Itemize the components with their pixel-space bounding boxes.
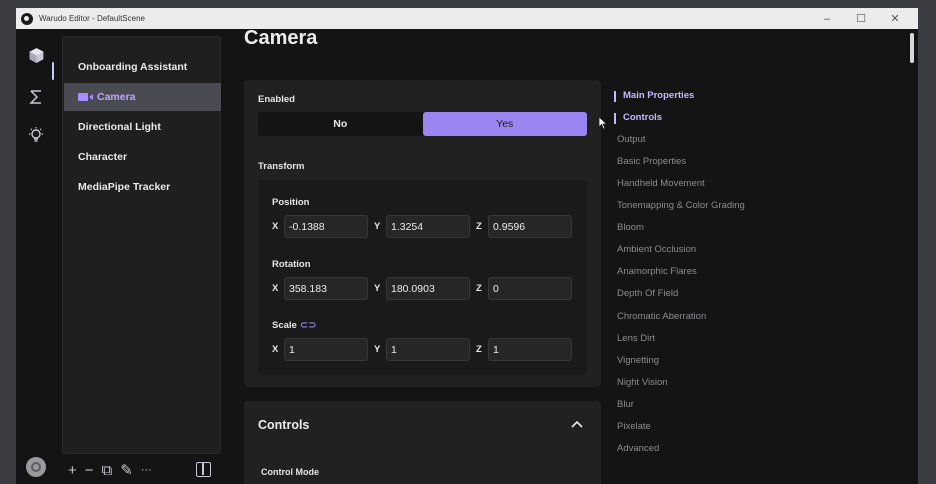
- outliner-toolbar: + − ⧉ ✎ ···: [68, 460, 152, 480]
- nav-item-lens-dirt[interactable]: Lens Dirt: [617, 333, 655, 344]
- rotation-z-input[interactable]: 0: [488, 277, 572, 300]
- scale-x-input[interactable]: 1: [284, 338, 368, 361]
- chevron-up-icon[interactable]: [571, 417, 583, 431]
- link-icon[interactable]: ⊂⊃: [300, 320, 317, 331]
- scale-z-input[interactable]: 1: [488, 338, 572, 361]
- axis-y-label: Y: [374, 283, 381, 294]
- transform-group: Position X -0.1388 Y 1.3254 Z 0.9596 Rot…: [258, 180, 587, 375]
- outliner-item-camera[interactable]: Camera: [64, 83, 221, 111]
- axis-z-label: Z: [476, 344, 482, 355]
- title-bar: Warudo Editor - DefaultScene – ☐ ✕: [16, 8, 918, 29]
- axis-x-label: X: [272, 221, 279, 232]
- close-button[interactable]: ✕: [878, 8, 912, 29]
- nav-item-handheld-movement[interactable]: Handheld Movement: [617, 178, 705, 189]
- axis-y-label: Y: [374, 344, 381, 355]
- rail-active-indicator: [52, 62, 54, 80]
- nav-item-tonemapping[interactable]: Tonemapping & Color Grading: [617, 200, 745, 211]
- lightbulb-icon[interactable]: [24, 123, 48, 147]
- position-x-input[interactable]: -0.1388: [284, 215, 368, 238]
- rotation-row: X 358.183 Y 180.0903 Z 0: [272, 277, 578, 300]
- position-row: X -0.1388 Y 1.3254 Z 0.9596: [272, 215, 578, 238]
- nav-item-controls[interactable]: Controls: [623, 112, 662, 123]
- avatar-glyph: [31, 462, 41, 472]
- window-controls: – ☐ ✕: [810, 8, 912, 29]
- nav-item-chromatic-aberration[interactable]: Chromatic Aberration: [617, 311, 706, 322]
- outliner-item-label: Camera: [97, 91, 136, 103]
- edit-icon[interactable]: ✎: [120, 461, 133, 479]
- nav-item-ambient-occlusion[interactable]: Ambient Occlusion: [617, 244, 696, 255]
- cube-icon[interactable]: [24, 43, 48, 67]
- controls-title[interactable]: Controls: [258, 418, 309, 432]
- scene-outliner: Onboarding Assistant Camera Directional …: [62, 36, 221, 454]
- axis-z-label: Z: [476, 221, 482, 232]
- minimize-button[interactable]: –: [810, 8, 844, 29]
- outliner-item-mediapipe-tracker[interactable]: MediaPipe Tracker: [64, 173, 221, 201]
- nav-active-indicator: [614, 113, 616, 124]
- enabled-toggle: No Yes: [258, 112, 587, 136]
- maximize-button[interactable]: ☐: [844, 8, 878, 29]
- position-y-input[interactable]: 1.3254: [386, 215, 470, 238]
- scrollbar-thumb[interactable]: [910, 33, 914, 63]
- duplicate-icon[interactable]: ⧉: [102, 462, 113, 479]
- scale-label: Scale: [272, 320, 297, 331]
- page-title: Camera: [244, 27, 318, 49]
- app-window: Warudo Editor - DefaultScene – ☐ ✕ Onboa…: [16, 8, 918, 484]
- toggle-no-button[interactable]: No: [258, 112, 423, 136]
- nav-item-blur[interactable]: Blur: [617, 399, 634, 410]
- control-mode-label: Control Mode: [261, 467, 319, 477]
- nav-item-basic-properties[interactable]: Basic Properties: [617, 156, 686, 167]
- nav-item-main-properties[interactable]: Main Properties: [623, 90, 694, 101]
- sidebar-rail: [16, 29, 56, 484]
- outliner-item-onboarding-assistant[interactable]: Onboarding Assistant: [64, 53, 221, 81]
- add-icon[interactable]: +: [68, 462, 77, 479]
- mouse-cursor-icon: [598, 116, 608, 130]
- outliner-item-label: Directional Light: [78, 121, 161, 133]
- outliner-item-label: Onboarding Assistant: [78, 61, 188, 73]
- outliner-item-directional-light[interactable]: Directional Light: [64, 113, 221, 141]
- outliner-item-label: Character: [78, 151, 128, 163]
- main-properties-panel: Enabled No Yes Transform Position X -0.1…: [244, 80, 601, 387]
- nav-item-anamorphic-flares[interactable]: Anamorphic Flares: [617, 266, 697, 277]
- axis-z-label: Z: [476, 283, 482, 294]
- outliner-item-character[interactable]: Character: [64, 143, 221, 171]
- scale-y-input[interactable]: 1: [386, 338, 470, 361]
- dock-layout-icon[interactable]: [196, 462, 211, 477]
- scale-row: X 1 Y 1 Z 1: [272, 338, 578, 361]
- more-icon[interactable]: ···: [141, 464, 152, 476]
- nav-active-indicator: [614, 91, 616, 102]
- axis-y-label: Y: [374, 221, 381, 232]
- enabled-label: Enabled: [258, 94, 295, 105]
- avatar[interactable]: [26, 457, 46, 477]
- axis-x-label: X: [272, 283, 279, 294]
- transform-label: Transform: [258, 161, 305, 172]
- nav-item-bloom[interactable]: Bloom: [617, 222, 644, 233]
- camera-icon: [78, 93, 93, 101]
- nav-item-vignetting[interactable]: Vignetting: [617, 355, 659, 366]
- position-z-input[interactable]: 0.9596: [488, 215, 572, 238]
- sigma-icon[interactable]: [24, 85, 48, 109]
- remove-icon[interactable]: −: [85, 462, 94, 479]
- rotation-y-input[interactable]: 180.0903: [386, 277, 470, 300]
- axis-x-label: X: [272, 344, 279, 355]
- outliner-item-label: MediaPipe Tracker: [78, 181, 171, 193]
- rotation-x-input[interactable]: 358.183: [284, 277, 368, 300]
- nav-item-depth-of-field[interactable]: Depth Of Field: [617, 288, 678, 299]
- toggle-yes-button[interactable]: Yes: [422, 112, 587, 136]
- nav-item-night-vision[interactable]: Night Vision: [617, 377, 668, 388]
- nav-item-pixelate[interactable]: Pixelate: [617, 421, 651, 432]
- scale-label-row: Scale ⊂⊃: [272, 320, 317, 331]
- nav-item-output[interactable]: Output: [617, 134, 646, 145]
- rotation-label: Rotation: [272, 259, 311, 270]
- window-title: Warudo Editor - DefaultScene: [39, 14, 145, 23]
- position-label: Position: [272, 197, 310, 208]
- controls-panel: Controls Control Mode: [244, 401, 601, 484]
- warudo-logo-icon: [21, 12, 33, 25]
- nav-item-advanced[interactable]: Advanced: [617, 443, 659, 454]
